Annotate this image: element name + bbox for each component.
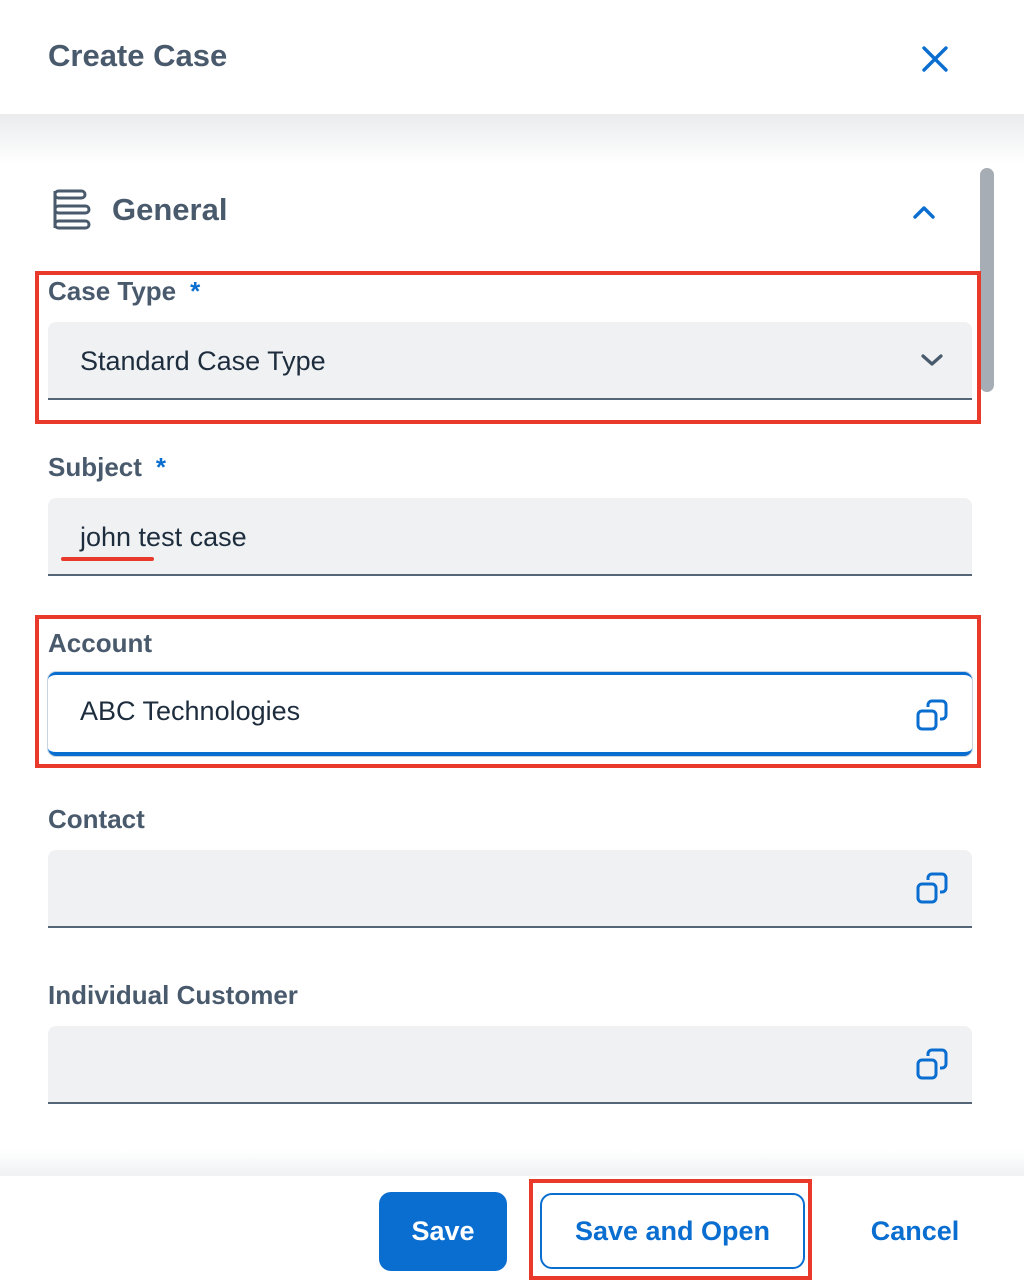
individual-customer-input[interactable] bbox=[48, 1026, 972, 1104]
subject-value: john test case bbox=[80, 522, 247, 552]
section-title-general: General bbox=[112, 192, 228, 227]
annotation-box-account bbox=[35, 615, 981, 768]
dialog-title: Create Case bbox=[48, 38, 228, 73]
collapse-section-button[interactable] bbox=[904, 192, 944, 232]
required-marker: * bbox=[155, 452, 167, 482]
contact-label: Contact bbox=[48, 804, 145, 834]
scrollbar-thumb[interactable] bbox=[980, 168, 994, 392]
section-list-icon bbox=[53, 189, 91, 230]
subject-label: Subject * bbox=[48, 452, 166, 483]
individual-customer-value-help-button[interactable] bbox=[914, 1044, 950, 1084]
individual-customer-label: Individual Customer bbox=[48, 980, 298, 1010]
annotation-box-save-and-open bbox=[529, 1179, 812, 1280]
contact-input[interactable] bbox=[48, 850, 972, 928]
create-case-dialog: Create Case General Case Type * Standard … bbox=[0, 0, 1024, 1288]
save-button[interactable]: Save bbox=[379, 1192, 507, 1271]
annotation-box-case-type bbox=[35, 271, 981, 424]
footer-shadow bbox=[0, 1150, 1024, 1178]
close-icon bbox=[922, 46, 948, 72]
cancel-button[interactable]: Cancel bbox=[850, 1192, 980, 1271]
annotation-underline-subject bbox=[61, 557, 154, 561]
value-help-icon bbox=[916, 872, 948, 904]
contact-value-help-button[interactable] bbox=[914, 868, 950, 908]
value-help-icon bbox=[916, 1048, 948, 1080]
dialog-header: Create Case bbox=[0, 0, 1024, 114]
header-shadow bbox=[0, 114, 1024, 164]
close-button[interactable] bbox=[912, 36, 958, 82]
subject-label-text: Subject bbox=[48, 452, 142, 482]
chevron-up-icon bbox=[913, 206, 935, 219]
subject-input[interactable]: john test case bbox=[48, 498, 972, 576]
